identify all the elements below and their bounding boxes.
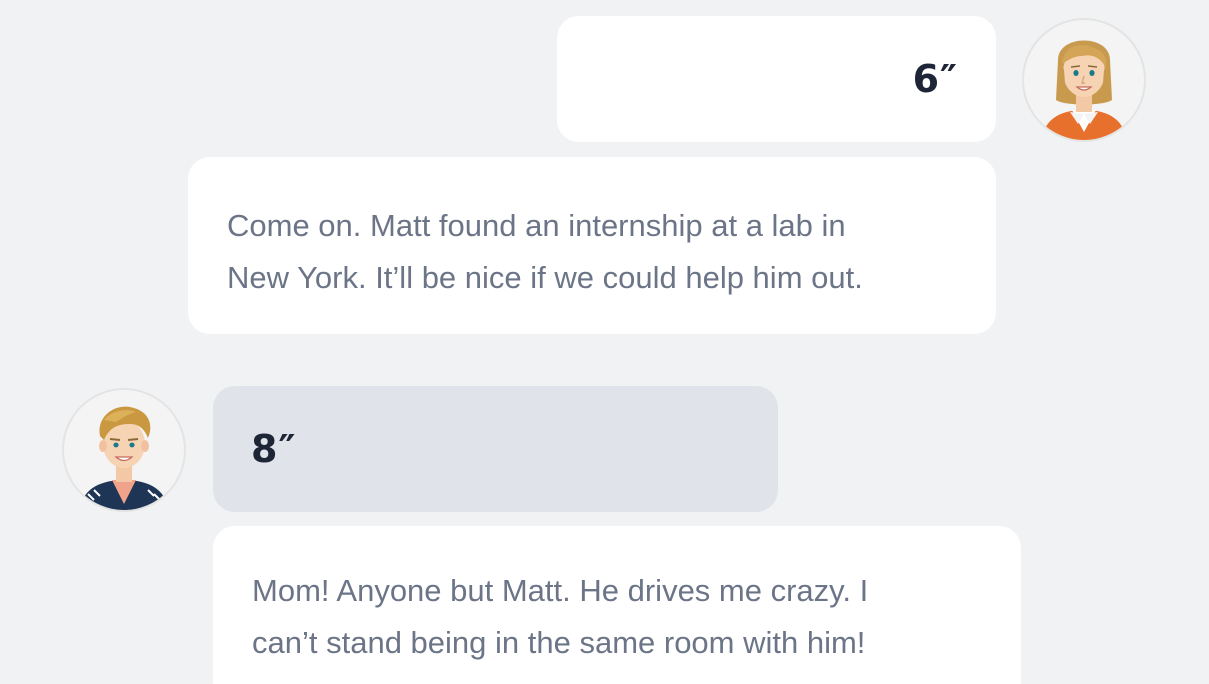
chat-conversation: 6″ Come on. Matt found an internship at …: [0, 0, 1209, 684]
woman-avatar-icon: [1022, 18, 1146, 142]
audio-duration: 6″: [912, 57, 958, 101]
message-text-bubble-mom: Come on. Matt found an internship at a l…: [188, 157, 996, 334]
message-text-line: New York. It’ll be nice if we could help…: [227, 260, 863, 295]
message-text-line: Come on. Matt found an internship at a l…: [227, 208, 846, 243]
audio-message-bubble-mom[interactable]: 6″: [557, 16, 996, 142]
message-text-line: can’t stand being in the same room with …: [252, 625, 866, 660]
boy-avatar-icon: [62, 388, 186, 512]
audio-message-bubble-son[interactable]: 8″: [213, 386, 778, 512]
message-text-line: Mom! Anyone but Matt. He drives me crazy…: [252, 573, 869, 608]
audio-duration: 8″: [251, 427, 297, 471]
message-text-bubble-son: Mom! Anyone but Matt. He drives me crazy…: [213, 526, 1021, 684]
